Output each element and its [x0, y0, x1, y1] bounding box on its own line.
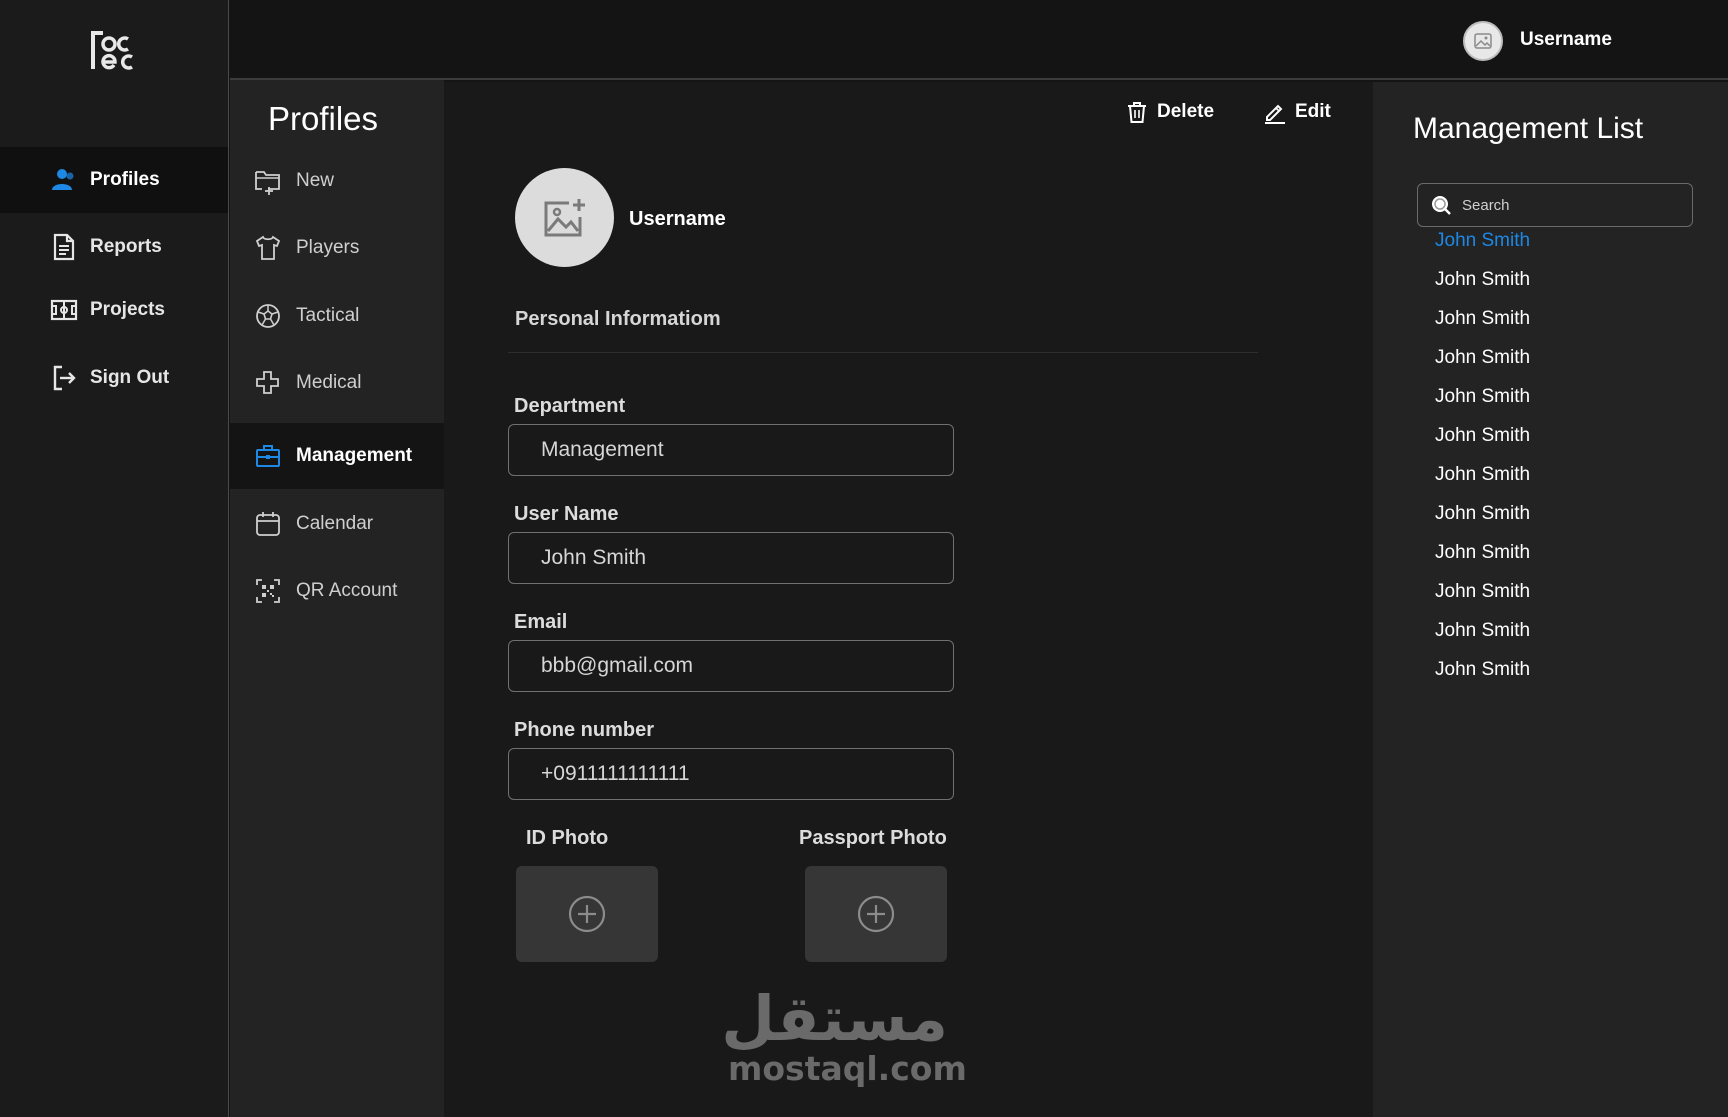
submenu-item-tactical[interactable]: Tactical — [230, 283, 444, 349]
calendar-icon — [256, 512, 280, 536]
list-title: Management List — [1413, 112, 1644, 145]
id-photo-upload[interactable] — [516, 866, 658, 962]
list-item[interactable]: John Smith — [1435, 386, 1530, 408]
profile-username: Username — [629, 208, 726, 230]
profile-detail-panel: Delete Edit Username Personal Informatio… — [444, 82, 1373, 1117]
list-item[interactable]: John Smith — [1435, 230, 1530, 252]
nav-item-label: Projects — [90, 299, 165, 320]
user-avatar[interactable] — [1463, 21, 1503, 61]
phone-label: Phone number — [514, 719, 655, 741]
nav-item-label: Profiles — [90, 169, 160, 190]
list-item[interactable]: John Smith — [1435, 269, 1530, 291]
user-icon — [52, 169, 74, 190]
nav-item-label: Sign Out — [90, 367, 170, 388]
search-box[interactable] — [1417, 183, 1693, 227]
briefcase-icon — [256, 445, 280, 467]
section-title: Personal Informatiom — [515, 308, 721, 330]
profile-avatar[interactable] — [515, 168, 614, 267]
logo-icon — [91, 31, 133, 70]
submenu-item-label: QR Account — [296, 580, 398, 601]
list-item[interactable]: John Smith — [1435, 464, 1530, 486]
qr-icon — [256, 579, 280, 603]
search-icon — [1432, 196, 1451, 215]
submenu-item-medical[interactable]: Medical — [230, 350, 444, 416]
email-field[interactable] — [508, 640, 954, 692]
department-label: Department — [514, 395, 626, 417]
nav-item-label: Reports — [90, 236, 162, 257]
section-divider — [508, 352, 1258, 353]
submenu-item-label: Calendar — [296, 513, 374, 534]
pencil-icon — [1265, 104, 1285, 124]
nav-item-sign-out[interactable]: Sign Out — [0, 345, 228, 411]
list-item[interactable]: John Smith — [1435, 581, 1530, 603]
submenu-item-label: Tactical — [296, 305, 360, 326]
submenu-item-label: New — [296, 170, 335, 191]
profiles-submenu: Profiles New Players Tactical Medical Ma… — [230, 80, 444, 1117]
list-item[interactable]: John Smith — [1435, 659, 1530, 681]
left-nav: Profiles Reports Projects Sign Out — [0, 0, 229, 1117]
medical-cross-icon — [256, 371, 279, 394]
submenu-item-qr-account[interactable]: QR Account — [230, 558, 444, 624]
department-field[interactable] — [508, 424, 954, 476]
delete-button[interactable]: Delete — [1125, 100, 1214, 124]
nav-item-reports[interactable]: Reports — [0, 214, 228, 280]
add-image-icon — [544, 198, 585, 236]
watermark: مستقل mostaql.com — [721, 982, 967, 1088]
add-circle-icon — [857, 895, 895, 933]
add-circle-icon — [568, 895, 606, 933]
email-label: Email — [514, 611, 568, 633]
sign-out-icon — [53, 365, 76, 391]
nav-item-projects[interactable]: Projects — [0, 277, 228, 343]
submenu-item-label: Players — [296, 237, 360, 258]
edit-button[interactable]: Edit — [1263, 100, 1331, 124]
ball-icon — [256, 304, 280, 328]
management-list-panel: Management List John Smith John Smith John… — [1373, 82, 1728, 1117]
user-name-field[interactable] — [508, 532, 954, 584]
field-icon — [50, 299, 78, 321]
search-input[interactable] — [1462, 196, 1682, 214]
passport-photo-upload[interactable] — [805, 866, 947, 962]
top-username[interactable]: Username — [1520, 29, 1612, 51]
list-item[interactable]: John Smith — [1435, 347, 1530, 369]
submenu-item-management[interactable]: Management — [230, 423, 444, 489]
submenu-item-label: Medical — [296, 372, 362, 393]
phone-field[interactable] — [508, 748, 954, 800]
list-item[interactable]: John Smith — [1435, 503, 1530, 525]
nav-item-profiles[interactable]: Profiles — [0, 147, 228, 213]
submenu-item-calendar[interactable]: Calendar — [230, 491, 444, 557]
submenu-item-new[interactable]: New — [230, 148, 444, 214]
trash-icon — [1128, 102, 1146, 123]
list-item[interactable]: John Smith — [1435, 425, 1530, 447]
passport-photo-label: Passport Photo — [799, 827, 947, 849]
watermark-latin: mostaql.com — [728, 1049, 967, 1088]
shirt-icon — [255, 235, 281, 260]
new-folder-icon — [255, 171, 280, 195]
image-placeholder-icon — [1474, 33, 1492, 49]
watermark-arabic: مستقل — [721, 982, 948, 1055]
user-name-label: User Name — [514, 503, 619, 525]
delete-label: Delete — [1157, 101, 1215, 122]
top-bar: Username — [230, 0, 1728, 80]
document-icon — [53, 233, 75, 261]
submenu-title: Profiles — [268, 100, 379, 137]
submenu-item-label: Management — [296, 445, 413, 466]
list-item[interactable]: John Smith — [1435, 308, 1530, 330]
submenu-item-players[interactable]: Players — [230, 215, 444, 281]
list-item[interactable]: John Smith — [1435, 542, 1530, 564]
id-photo-label: ID Photo — [526, 827, 609, 849]
list-item[interactable]: John Smith — [1435, 620, 1530, 642]
edit-label: Edit — [1295, 101, 1331, 122]
